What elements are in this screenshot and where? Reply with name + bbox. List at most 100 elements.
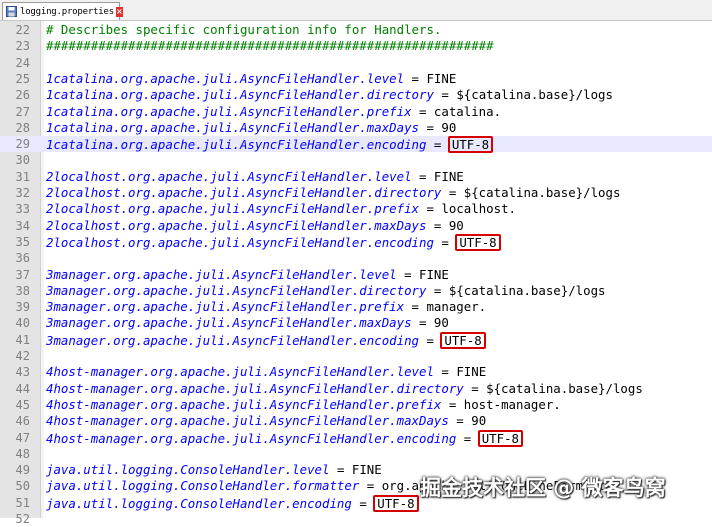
- equals-sign: =: [433, 87, 457, 103]
- code-line[interactable]: 32 2localhost.org.apache.juli.AsyncFileHa…: [0, 185, 712, 201]
- equals-sign: =: [433, 364, 457, 380]
- code-line[interactable]: 52: [0, 511, 712, 527]
- comment-text: # Describes specific configuration info …: [46, 22, 442, 37]
- line-number: 52: [15, 512, 30, 526]
- property-value: FINE: [426, 70, 457, 86]
- line-number: 43: [15, 365, 30, 380]
- property-key: 3manager.org.apache.juli.AsyncFileHandle…: [46, 299, 405, 315]
- line-number: 28: [15, 120, 30, 135]
- file-tab[interactable]: logging.properties ×: [2, 2, 123, 20]
- property-value: FINE: [419, 266, 449, 282]
- equals-sign: =: [411, 315, 434, 331]
- close-icon[interactable]: ×: [115, 6, 123, 17]
- code-line[interactable]: 33 2localhost.org.apache.juli.AsyncFileHa…: [0, 201, 712, 217]
- property-key: java.util.logging.ConsoleHandler.level: [46, 462, 330, 478]
- code-line[interactable]: 40 3manager.org.apache.juli.AsyncFileHand…: [0, 315, 712, 331]
- line-number: 46: [15, 414, 30, 429]
- code-line[interactable]: 45 4host-manager.org.apache.juli.AsyncFil…: [0, 397, 712, 413]
- code-text: 2localhost.org.apache.juli.AsyncFileHand…: [46, 201, 516, 217]
- code-text: 3manager.org.apache.juli.AsyncFileHandle…: [46, 267, 449, 283]
- equals-sign: =: [441, 185, 464, 200]
- code-line[interactable]: 23 ######################################…: [0, 38, 712, 54]
- code-line[interactable]: 38 3manager.org.apache.juli.AsyncFileHand…: [0, 283, 712, 299]
- tab-bar: logging.properties ×: [0, 0, 712, 21]
- code-line[interactable]: 28 1catalina.org.apache.juli.AsyncFileHan…: [0, 120, 712, 136]
- property-key: 4host-manager.org.apache.juli.AsyncFileH…: [46, 396, 442, 412]
- code-line[interactable]: 24: [0, 55, 712, 71]
- equals-sign: =: [351, 495, 375, 511]
- equals-sign: =: [419, 201, 442, 217]
- code-line[interactable]: 25 1catalina.org.apache.juli.AsyncFileHan…: [0, 71, 712, 87]
- code-line[interactable]: 35 2localhost.org.apache.juli.AsyncFileHa…: [0, 233, 712, 251]
- code-line[interactable]: 48: [0, 446, 712, 462]
- code-line[interactable]: 47 4host-manager.org.apache.juli.AsyncFil…: [0, 429, 712, 447]
- code-line[interactable]: 34 2localhost.org.apache.juli.AsyncFileHa…: [0, 218, 712, 234]
- line-number: 39: [15, 300, 30, 315]
- property-key: 3manager.org.apache.juli.AsyncFileHandle…: [46, 332, 419, 348]
- code-line[interactable]: 26 1catalina.org.apache.juli.AsyncFileHan…: [0, 87, 712, 103]
- code-line[interactable]: 36: [0, 250, 712, 266]
- line-number: 33: [15, 202, 30, 217]
- code-editor[interactable]: 22 # Describes specific configuration inf…: [0, 21, 712, 526]
- line-number: 49: [15, 463, 30, 478]
- line-number: 35: [15, 234, 30, 249]
- property-key: 4host-manager.org.apache.juli.AsyncFileH…: [46, 430, 457, 446]
- code-line[interactable]: 41 3manager.org.apache.juli.AsyncFileHand…: [0, 331, 712, 349]
- property-value: FINE: [351, 462, 382, 478]
- equals-sign: =: [329, 462, 352, 478]
- equals-sign: =: [419, 119, 442, 135]
- code-text: 3manager.org.apache.juli.AsyncFileHandle…: [46, 315, 449, 331]
- code-line[interactable]: 43 4host-manager.org.apache.juli.AsyncFil…: [0, 364, 712, 380]
- equals-sign: =: [448, 413, 472, 429]
- property-value: FINE: [433, 168, 464, 184]
- equals-sign: =: [404, 299, 427, 315]
- property-value: host-manager.: [463, 396, 561, 412]
- property-value: ${catalina.base}/logs: [448, 282, 606, 298]
- code-line[interactable]: 29 1catalina.org.apache.juli.AsyncFileHan…: [0, 136, 712, 154]
- code-text: 4host-manager.org.apache.juli.AsyncFileH…: [46, 413, 486, 429]
- line-number: 41: [15, 332, 30, 347]
- property-key: 1catalina.org.apache.juli.AsyncFileHandl…: [46, 119, 419, 135]
- line-number: 32: [15, 186, 30, 200]
- code-text: 3manager.org.apache.juli.AsyncFileHandle…: [46, 299, 486, 315]
- equals-sign: =: [456, 430, 479, 446]
- code-text: 4host-manager.org.apache.juli.AsyncFileH…: [46, 381, 643, 397]
- property-key: 3manager.org.apache.juli.AsyncFileHandle…: [46, 315, 412, 331]
- equals-sign: =: [426, 137, 449, 153]
- line-number: 37: [15, 267, 30, 282]
- code-text: java.util.logging.ConsoleHandler.level =…: [46, 462, 382, 478]
- code-line[interactable]: 39 3manager.org.apache.juli.AsyncFileHand…: [0, 299, 712, 315]
- code-text: 4host-manager.org.apache.juli.AsyncFileH…: [46, 364, 486, 380]
- code-line[interactable]: 37 3manager.org.apache.juli.AsyncFileHand…: [0, 267, 712, 283]
- line-number: 22: [15, 23, 30, 37]
- property-value: FINE: [456, 364, 487, 380]
- code-line[interactable]: 22 # Describes specific configuration inf…: [0, 22, 712, 38]
- code-line[interactable]: 42: [0, 348, 712, 364]
- line-number: 24: [15, 55, 30, 70]
- equals-sign: =: [441, 396, 464, 412]
- comment-text: ########################################…: [46, 38, 494, 54]
- code-line[interactable]: 44 4host-manager.org.apache.juli.AsyncFil…: [0, 381, 712, 397]
- code-line[interactable]: 46 4host-manager.org.apache.juli.AsyncFil…: [0, 413, 712, 429]
- code-text: 2localhost.org.apache.juli.AsyncFileHand…: [46, 218, 464, 234]
- code-line[interactable]: 30: [0, 152, 712, 168]
- code-text: 1catalina.org.apache.juli.AsyncFileHandl…: [46, 136, 494, 154]
- code-text: java.util.logging.ConsoleHandler.encodin…: [46, 494, 419, 512]
- property-value: catalina.: [433, 103, 502, 119]
- property-value: ${catalina.base}/logs: [456, 87, 613, 103]
- code-line[interactable]: 31 2localhost.org.apache.juli.AsyncFileHa…: [0, 169, 712, 185]
- code-line[interactable]: 27 1catalina.org.apache.juli.AsyncFileHan…: [0, 104, 712, 120]
- code-text: 1catalina.org.apache.juli.AsyncFileHandl…: [46, 71, 456, 87]
- file-tab-label: logging.properties: [20, 6, 114, 17]
- property-value: 90: [441, 119, 457, 135]
- property-value: ${catalina.base}/logs: [486, 380, 643, 396]
- code-text: 1catalina.org.apache.juli.AsyncFileHandl…: [46, 120, 456, 136]
- line-number: 30: [15, 153, 30, 168]
- code-text: 2localhost.org.apache.juli.AsyncFileHand…: [46, 169, 464, 185]
- property-key: 2localhost.org.apache.juli.AsyncFileHand…: [46, 201, 419, 217]
- line-number: 23: [15, 39, 30, 54]
- property-key: 1catalina.org.apache.juli.AsyncFileHandl…: [46, 103, 412, 119]
- equals-sign: =: [463, 380, 487, 396]
- property-key: 1catalina.org.apache.juli.AsyncFileHandl…: [46, 87, 434, 103]
- equals-sign: =: [404, 70, 427, 86]
